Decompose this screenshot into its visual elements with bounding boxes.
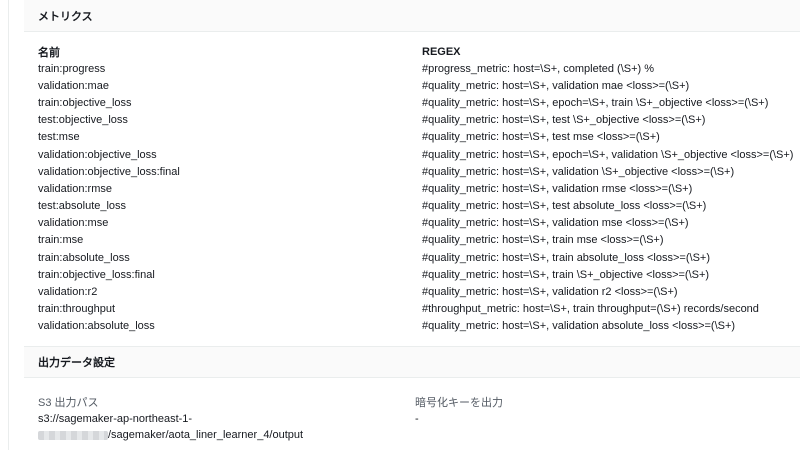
table-row: test:absolute_loss #quality_metric: host=… [38, 198, 800, 215]
metric-regex: #quality_metric: host=\S+, validation \S… [422, 165, 735, 178]
metric-name: validation:mae [38, 79, 109, 92]
output-data-title: 出力データ設定 [38, 357, 115, 369]
s3-output-path-value: s3://sagemaker-ap-northeast-1- /sagemake… [38, 411, 415, 443]
table-row: train:absolute_loss #quality_metric: host… [38, 249, 800, 266]
metric-name: test:objective_loss [38, 114, 128, 127]
redacted-account-id [38, 430, 108, 440]
metric-name: validation:objective_loss:final [38, 165, 180, 178]
metric-regex: #quality_metric: host=\S+, validation rm… [422, 182, 693, 195]
s3-output-path-line2: /sagemaker/aota_liner_learner_4/output [108, 429, 304, 441]
metric-name: train:objective_loss:final [38, 268, 155, 281]
output-data-panel: 出力データ設定 S3 出力パス s3://sagemaker-ap-northe… [24, 346, 800, 443]
metric-name: test:mse [38, 131, 80, 144]
metric-regex: #quality_metric: host=\S+, test \S+_obje… [422, 114, 706, 127]
metrics-title: メトリクス [38, 10, 93, 23]
encryption-key-field: 暗号化キーを出力 - [415, 394, 792, 443]
table-row: train:progress #progress_metric: host=\S+… [38, 60, 800, 77]
s3-output-path-line1: s3://sagemaker-ap-northeast-1- [38, 413, 193, 425]
metrics-panel: メトリクス 名前 REGEX train:progress #progress_m… [24, 0, 800, 335]
encryption-key-value: - [415, 413, 419, 425]
table-row: validation:rmse #quality_metric: host=\S+… [38, 180, 800, 197]
table-row: train:objective_loss #quality_metric: hos… [38, 94, 800, 111]
metric-regex: #quality_metric: host=\S+, epoch=\S+, tr… [422, 96, 769, 109]
table-row: train:mse #quality_metric: host=\S+, trai… [38, 232, 800, 249]
metric-regex: #quality_metric: host=\S+, test mse <los… [422, 131, 660, 144]
encryption-key-label: 暗号化キーを出力 [415, 397, 503, 409]
metric-regex: #quality_metric: host=\S+, train absolut… [422, 251, 710, 264]
metric-regex: #quality_metric: host=\S+, train \S+_obj… [422, 268, 710, 281]
metric-regex: #progress_metric: host=\S+, completed (\… [422, 62, 655, 75]
metric-regex: #quality_metric: host=\S+, epoch=\S+, va… [422, 148, 794, 161]
table-row: train:objective_loss:final #quality_metri… [38, 266, 800, 283]
metric-regex: #quality_metric: host=\S+, validation ab… [422, 320, 736, 333]
metrics-table-header: 名前 REGEX [38, 43, 800, 60]
table-row: validation:mae #quality_metric: host=\S+,… [38, 77, 800, 94]
metric-regex: #quality_metric: host=\S+, test absolute… [422, 200, 707, 213]
column-header-regex: REGEX [422, 45, 461, 58]
metric-name: validation:mse [38, 217, 109, 230]
metrics-table: 名前 REGEX train:progress #progress_metric:… [24, 32, 800, 335]
metric-name: validation:absolute_loss [38, 320, 155, 333]
metric-name: train:mse [38, 234, 84, 247]
table-row: validation:objective_loss:final #quality_… [38, 163, 800, 180]
table-row: validation:objective_loss #quality_metric… [38, 146, 800, 163]
s3-output-path-line2-wrap: /sagemaker/aota_liner_learner_4/output [38, 427, 415, 443]
metric-regex: #quality_metric: host=\S+, train mse <lo… [422, 234, 664, 247]
metric-name: test:absolute_loss [38, 200, 127, 213]
metric-name: train:objective_loss [38, 96, 132, 109]
column-header-name: 名前 [38, 46, 60, 59]
table-row: test:mse #quality_metric: host=\S+, test … [38, 129, 800, 146]
left-border [8, 0, 9, 450]
metric-name: train:progress [38, 62, 106, 75]
metrics-header: メトリクス [24, 0, 800, 32]
table-row: validation:r2 #quality_metric: host=\S+, … [38, 283, 800, 300]
output-data-header: 出力データ設定 [24, 346, 800, 378]
metric-name: train:throughput [38, 303, 116, 316]
metric-regex: #throughput_metric: host=\S+, train thro… [422, 303, 759, 316]
table-row: validation:mse #quality_metric: host=\S+,… [38, 215, 800, 232]
metric-name: validation:objective_loss [38, 148, 157, 161]
metric-name: validation:r2 [38, 286, 98, 299]
metric-regex: #quality_metric: host=\S+, validation ms… [422, 217, 689, 230]
table-row: validation:absolute_loss #quality_metric:… [38, 318, 800, 335]
metric-regex: #quality_metric: host=\S+, validation r2… [422, 286, 678, 299]
s3-output-path-label: S3 出力パス [38, 397, 99, 409]
metric-regex: #quality_metric: host=\S+, validation ma… [422, 79, 690, 92]
s3-output-path-field: S3 出力パス s3://sagemaker-ap-northeast-1- /… [38, 394, 415, 443]
table-row: train:throughput #throughput_metric: host… [38, 301, 800, 318]
table-row: test:objective_loss #quality_metric: host… [38, 112, 800, 129]
output-data-fields: S3 出力パス s3://sagemaker-ap-northeast-1- /… [24, 378, 800, 443]
metric-name: validation:rmse [38, 182, 112, 195]
metric-name: train:absolute_loss [38, 251, 130, 264]
